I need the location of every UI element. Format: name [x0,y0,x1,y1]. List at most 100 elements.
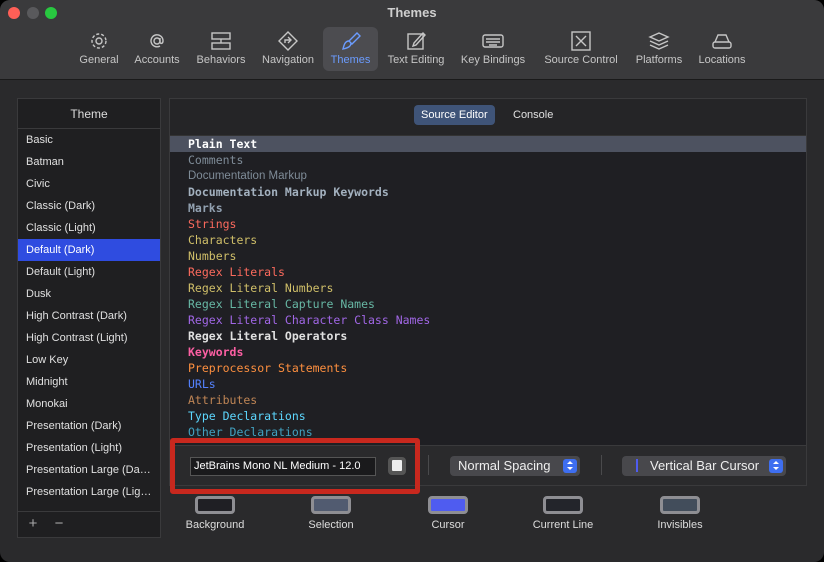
theme-list-item[interactable]: Presentation (Dark) [18,415,160,437]
pencil-icon [407,31,426,50]
tab-navigation[interactable]: Navigation [258,27,318,71]
tab-behaviors[interactable]: Behaviors [192,27,250,71]
cursor-bar-icon [636,459,638,472]
tab-source-control[interactable]: Source Control [538,27,624,71]
remove-theme-button[interactable]: − [50,515,68,532]
theme-list[interactable]: Basic Batman Civic Classic (Dark) Classic (L… [18,129,160,509]
syntax-item[interactable]: Strings [170,216,806,232]
syntax-item[interactable]: URLs [170,376,806,392]
syntax-item[interactable]: Regex Literal Character Class Names [170,312,806,328]
theme-list-item[interactable]: Low Key [18,349,160,371]
syntax-color-list[interactable]: Plain Text Comments Documentation Markup Do… [170,135,806,445]
swatch-invisibles-color[interactable] [660,496,700,514]
swatch-cursor-label: Cursor [431,519,465,531]
paintbrush-icon [341,32,361,50]
theme-list-item[interactable]: Presentation (Light) [18,437,160,459]
tab-accounts[interactable]: Accounts [131,27,183,71]
syntax-item[interactable]: Plain Text [170,136,806,152]
theme-list-item[interactable]: Classic (Dark) [18,195,160,217]
theme-list-item[interactable]: Presentation Large (Lig… [18,481,160,503]
theme-list-item[interactable]: Batman [18,151,160,173]
tab-locations-label: Locations [698,54,746,66]
chevron-up-down-icon [769,459,783,473]
theme-list-item[interactable]: Classic (Light) [18,217,160,239]
themes-window: Themes General Accounts Behaviors Naviga… [0,0,824,562]
theme-list-item[interactable]: Civic [18,173,160,195]
theme-list-item[interactable]: Default (Light) [18,261,160,283]
tab-locations[interactable]: Locations [694,27,750,71]
add-theme-button[interactable]: + [24,515,42,532]
swatch-selection-color[interactable] [311,496,351,514]
syntax-item[interactable]: Type Declarations [170,408,806,424]
swatch-background[interactable]: Background [180,496,250,531]
segment-source-editor[interactable]: Source Editor [414,105,495,125]
tab-platforms[interactable]: Platforms [631,27,687,71]
theme-list-item[interactable]: Monokai [18,393,160,415]
font-picker-icon [392,460,402,471]
syntax-item[interactable]: Comments [170,152,806,168]
separator [428,455,429,475]
tab-general-label: General [79,54,119,66]
segment-console[interactable]: Console [506,105,560,125]
font-picker-button[interactable] [388,457,406,475]
source-control-icon [571,31,591,51]
theme-list-item[interactable]: Midnight [18,371,160,393]
swatch-cursor-color[interactable] [428,496,468,514]
theme-list-item[interactable]: Dusk [18,283,160,305]
tab-key-bindings-label: Key Bindings [460,54,526,66]
tab-text-editing-label: Text Editing [387,54,445,66]
syntax-item[interactable]: Documentation Markup Keywords [170,184,806,200]
tab-platforms-label: Platforms [635,54,683,66]
tab-themes-label: Themes [330,54,371,66]
tab-navigation-label: Navigation [262,54,314,66]
syntax-item[interactable]: Attributes [170,392,806,408]
drive-icon [712,34,732,49]
syntax-item[interactable]: Regex Literal Operators [170,328,806,344]
font-settings-bar: JetBrains Mono NL Medium - 12.0 Normal S… [170,445,806,485]
syntax-item[interactable]: Other Declarations [170,424,806,440]
separator [601,455,602,475]
theme-list-item[interactable]: Presentation Large (Da… [18,459,160,481]
swatch-selection-label: Selection [308,519,354,531]
at-icon [150,34,164,48]
behaviors-icon [211,32,231,50]
cursor-popup[interactable]: Vertical Bar Cursor [622,456,786,476]
chevron-up-down-icon [563,459,577,473]
navigation-icon [278,31,298,51]
theme-list-item[interactable]: High Contrast (Light) [18,327,160,349]
syntax-item[interactable]: Regex Literals [170,264,806,280]
syntax-item[interactable]: Regex Literal Capture Names [170,296,806,312]
swatch-cursor[interactable]: Cursor [413,496,483,531]
syntax-item[interactable]: Numbers [170,248,806,264]
theme-list-item[interactable]: Basic [18,129,160,151]
spacing-popup-label: Normal Spacing [458,458,551,473]
sidebar-footer: + − [18,511,160,537]
tab-themes[interactable]: Themes [323,27,378,71]
syntax-item[interactable]: Preprocessor Statements [170,360,806,376]
theme-list-item[interactable]: High Contrast (Dark) [18,305,160,327]
swatch-invisibles[interactable]: Invisibles [645,496,715,531]
syntax-item[interactable]: Characters [170,232,806,248]
font-field[interactable]: JetBrains Mono NL Medium - 12.0 [190,457,376,476]
swatch-current-line[interactable]: Current Line [523,496,603,531]
syntax-item[interactable]: Regex Literal Numbers [170,280,806,296]
tab-general[interactable]: General [76,27,122,71]
swatch-current-line-color[interactable] [543,496,583,514]
swatch-background-color[interactable] [195,496,235,514]
cursor-popup-label: Vertical Bar Cursor [650,458,760,473]
syntax-item[interactable]: Keywords [170,344,806,360]
tab-behaviors-label: Behaviors [196,54,246,66]
spacing-popup[interactable]: Normal Spacing [450,456,580,476]
syntax-item[interactable]: Marks [170,200,806,216]
swatch-selection[interactable]: Selection [296,496,366,531]
tab-text-editing[interactable]: Text Editing [383,27,449,71]
gear-icon [91,33,107,49]
syntax-item[interactable]: Documentation Markup [170,168,806,184]
theme-sidebar: Theme Basic Batman Civic Classic (Dark) Clas… [17,98,161,538]
tab-key-bindings[interactable]: Key Bindings [457,27,529,71]
preferences-toolbar: Themes General Accounts Behaviors Naviga… [0,0,824,80]
swatch-background-label: Background [185,519,245,531]
swatch-invisibles-label: Invisibles [657,519,703,531]
theme-list-item[interactable]: Default (Dark) [18,239,160,261]
tab-source-control-label: Source Control [544,54,618,66]
